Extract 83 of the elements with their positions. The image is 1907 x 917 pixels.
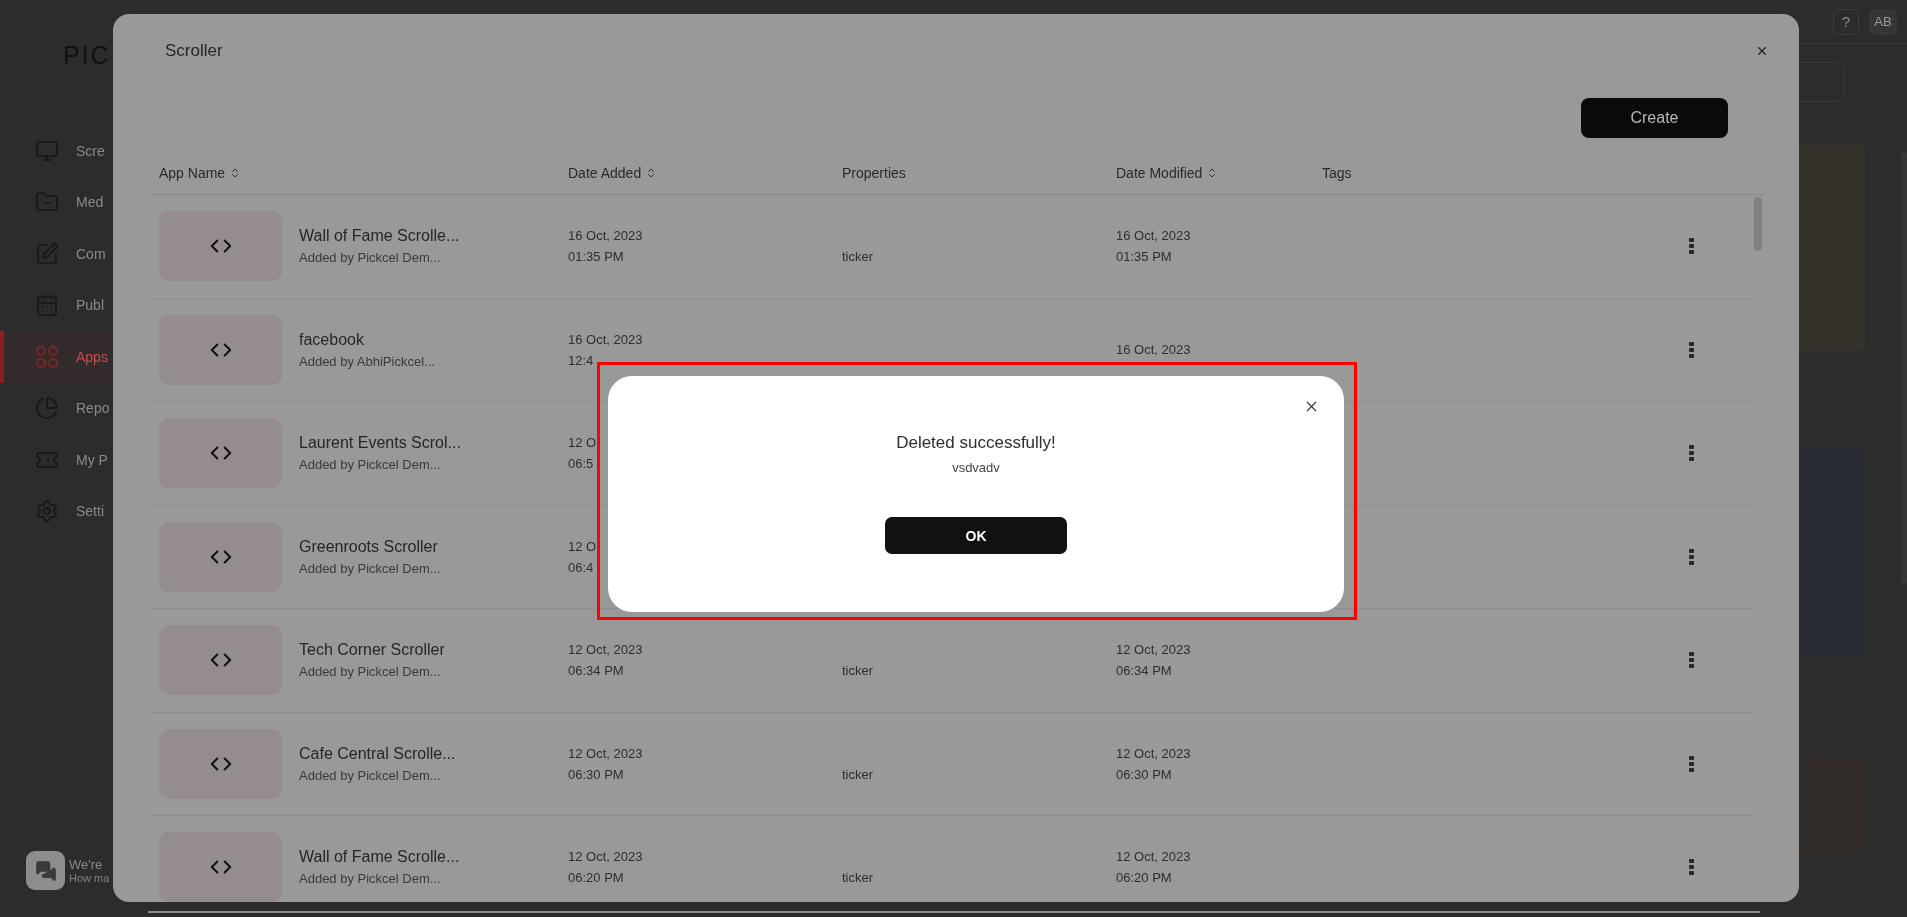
added-by-text: Added by Pickcel Dem... [299, 250, 442, 266]
more-icon [1688, 859, 1694, 876]
sidebar-item[interactable]: Setti [0, 485, 113, 537]
sidebar-item[interactable]: Med [0, 176, 113, 228]
date-text: 16 Oct, 2023 [1116, 341, 1191, 360]
chat-button[interactable] [26, 851, 65, 890]
time-text: 01:35 PM [568, 248, 624, 267]
ok-button[interactable]: OK [885, 517, 1067, 554]
added-by-text: Added by Pickcel Dem... [299, 871, 442, 887]
date-text: 16 Oct, 2023 [1116, 227, 1191, 246]
more-icon [1688, 238, 1694, 255]
property-text: ticker [842, 870, 874, 886]
sidebar-item[interactable]: Com [0, 228, 113, 280]
column-header[interactable]: App Name [159, 165, 568, 181]
avatar[interactable]: AB [1869, 8, 1897, 35]
sidebar-item[interactable]: Scre [0, 125, 113, 177]
dialog-title: Deleted successfully! [896, 433, 1056, 453]
app-name: Tech Corner Scroller [299, 641, 446, 660]
date-text: 12 Oct, 2023 [1116, 848, 1191, 867]
sidebar-item[interactable]: Repo [0, 382, 113, 434]
time-text: 12:4 [568, 351, 594, 370]
more-icon [1688, 341, 1694, 358]
column-header: Tags [1322, 165, 1353, 181]
property-text: ticker [842, 249, 874, 265]
time-text: 06:20 PM [1116, 869, 1172, 888]
date-text: 12 Oct, 2023 [568, 848, 643, 867]
date-text: 16 Oct, 2023 [568, 227, 643, 246]
added-by-text: Added by Pickcel Dem... [299, 767, 442, 783]
more-options-button[interactable] [1688, 548, 1694, 565]
app-name: Wall of Fame Scrolle... [299, 848, 461, 867]
date-text: 12 Oct, 2023 [1116, 641, 1191, 660]
time-text: 06:5 [568, 455, 594, 474]
more-options-button[interactable] [1688, 445, 1694, 462]
date-text: 12 Oct, 2023 [568, 641, 643, 660]
time-text: 06:30 PM [568, 765, 624, 784]
property-text: ticker [842, 663, 874, 679]
more-options-button[interactable] [1688, 341, 1694, 358]
time-text: 06:20 PM [568, 869, 624, 888]
more-icon [1688, 755, 1694, 772]
modal-title: Scroller [165, 41, 223, 61]
grid-icon [35, 344, 59, 369]
help-button[interactable]: ? [1833, 8, 1859, 35]
more-icon [1688, 652, 1694, 669]
more-options-button[interactable] [1688, 238, 1694, 255]
column-header: Properties [842, 165, 907, 181]
more-icon [1688, 445, 1694, 462]
chat-title: We're [69, 857, 104, 872]
app-name: facebook [299, 330, 365, 349]
sidebar-item[interactable]: My P [0, 434, 113, 486]
date-text: 16 Oct, 2023 [568, 330, 643, 349]
scrollbar[interactable] [1754, 197, 1762, 251]
app-name: Greenroots Scroller [299, 537, 439, 556]
app-name: Laurent Events Scrol... [299, 434, 462, 453]
date-text: 12 Oct, 2023 [1116, 744, 1191, 763]
time-text: 06:34 PM [568, 662, 624, 681]
more-options-button[interactable] [1688, 859, 1694, 876]
column-header[interactable]: Date Modified [1116, 165, 1322, 181]
close-button[interactable] [1755, 44, 1769, 58]
app-name: Cafe Central Scrolle... [299, 744, 457, 763]
app-name: Wall of Fame Scrolle... [299, 227, 461, 246]
time-text: 06:34 PM [1116, 662, 1172, 681]
chat-icon [34, 859, 57, 882]
date-text: 12 O [568, 537, 597, 556]
date-text: 12 O [568, 434, 597, 453]
date-text: 12 Oct, 2023 [568, 744, 643, 763]
added-by-text: Added by Pickcel Dem... [299, 457, 442, 473]
column-header[interactable]: Date Added [568, 165, 842, 181]
time-text: 06:30 PM [1116, 765, 1172, 784]
search-field[interactable] [1799, 62, 1845, 102]
more-options-button[interactable] [1688, 755, 1694, 772]
chat-subtitle: How ma [69, 872, 110, 884]
time-text: 06:4 [568, 558, 594, 577]
more-icon [1688, 548, 1694, 565]
create-button[interactable]: Create [1581, 98, 1728, 138]
dialog-message: vsdvadv [952, 460, 1000, 475]
time-text: 01:35 PM [1116, 248, 1172, 267]
more-options-button[interactable] [1688, 652, 1694, 669]
added-by-text: Added by Pickcel Dem... [299, 560, 442, 576]
added-by-text: Added by Pickcel Dem... [299, 664, 442, 680]
sidebar-item[interactable]: Apps [0, 331, 113, 383]
added-by-text: Added by AbhiPickcel... [299, 353, 436, 369]
sidebar-item[interactable]: Publ [0, 279, 113, 331]
property-text: ticker [842, 766, 874, 782]
